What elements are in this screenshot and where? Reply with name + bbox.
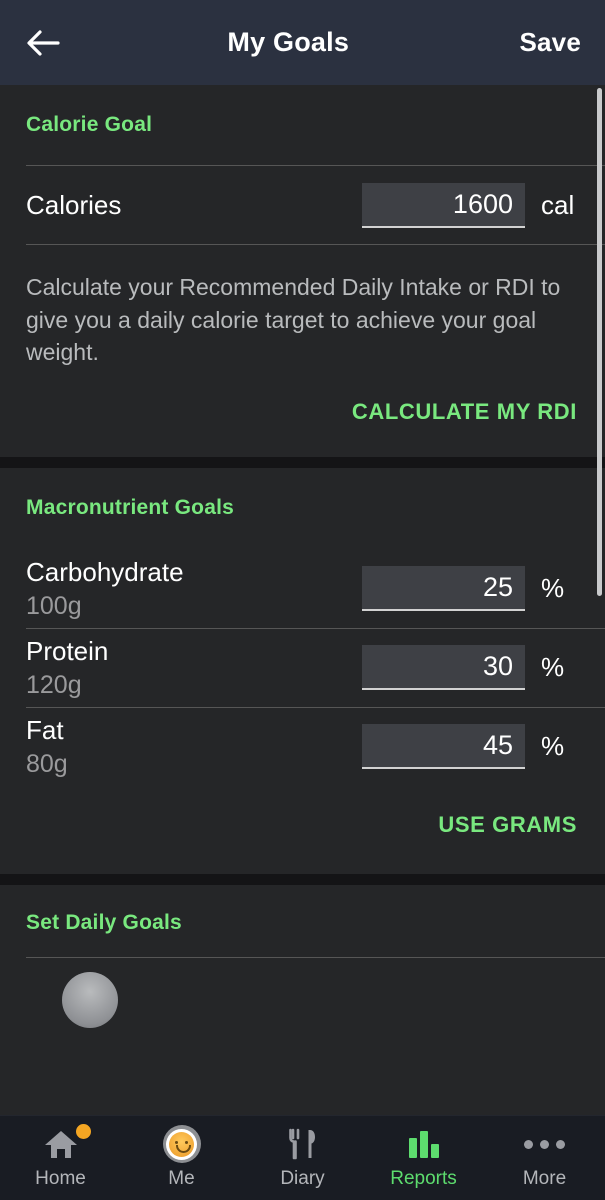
calories-input[interactable]: 1600 [362,183,525,228]
nav-item-diary[interactable]: Diary [242,1116,363,1200]
calorie-goal-heading: Calorie Goal [0,85,605,137]
nav-item-me[interactable]: Me [121,1116,242,1200]
nav-label-home: Home [35,1168,86,1190]
calorie-goal-section: Calorie Goal Calories 1600 cal Calculate… [0,85,605,457]
home-icon [43,1126,79,1162]
calories-field-group: 1600 cal [362,183,605,228]
carbohydrate-label-group: Carbohydrate 100g [26,557,362,621]
calories-label: Calories [26,190,362,221]
app-header: My Goals Save [0,0,605,85]
nav-label-me: Me [168,1168,194,1190]
carbohydrate-label: Carbohydrate [26,557,362,588]
bar-chart-icon [407,1126,441,1162]
cutlery-icon [286,1126,320,1162]
macronutrient-goals-section: Macronutrient Goals Carbohydrate 100g 25… [0,468,605,874]
bottom-navigation: Home Me Diar [0,1115,605,1200]
fat-input-value: 45 [483,730,513,761]
home-notification-badge [76,1124,91,1139]
avatar-ring-inner [166,1129,197,1160]
protein-field-group: 30 % [362,645,605,690]
protein-input[interactable]: 30 [362,645,525,690]
dot [524,1140,533,1149]
scroll-content[interactable]: Calorie Goal Calories 1600 cal Calculate… [0,85,605,1115]
fat-row: Fat 80g 45 % [0,708,605,786]
avatar-ring-outer [163,1125,201,1163]
rdi-description: Calculate your Recommended Daily Intake … [0,245,605,369]
carbohydrate-grams: 100g [26,591,362,622]
goal-avatar [62,972,118,1028]
fat-label-group: Fat 80g [26,715,362,779]
carbohydrate-field-group: 25 % [362,566,605,611]
smiley-face-icon [169,1132,194,1157]
protein-row: Protein 120g 30 % [0,629,605,707]
nav-label-reports: Reports [390,1168,457,1190]
section-separator [0,457,605,468]
fat-unit: % [525,731,605,762]
save-button[interactable]: Save [509,27,605,58]
calories-unit: cal [525,190,605,221]
protein-grams: 120g [26,670,362,701]
calculate-rdi-button[interactable]: CALCULATE MY RDI [0,369,605,457]
nav-item-more[interactable]: More [484,1116,605,1200]
macronutrient-goals-heading: Macronutrient Goals [0,468,605,520]
nav-item-reports[interactable]: Reports [363,1116,484,1200]
ellipsis-dots [524,1140,565,1149]
carbohydrate-row: Carbohydrate 100g 25 % [0,550,605,628]
calories-row: Calories 1600 cal [0,166,605,244]
page-title: My Goals [67,27,509,58]
carbohydrate-input[interactable]: 25 [362,566,525,611]
fat-input[interactable]: 45 [362,724,525,769]
nav-label-more: More [523,1168,566,1190]
ellipsis-icon [524,1126,565,1162]
set-daily-goals-heading: Set Daily Goals [0,885,605,935]
divider [26,957,605,958]
fat-label: Fat [26,715,362,746]
fat-field-group: 45 % [362,724,605,769]
arrow-left-icon [26,28,60,58]
dot [556,1140,565,1149]
avatar-icon [163,1126,201,1162]
protein-label-group: Protein 120g [26,636,362,700]
carbohydrate-unit: % [525,573,605,604]
calories-input-value: 1600 [453,189,513,220]
carbohydrate-input-value: 25 [483,572,513,603]
set-daily-goals-section: Set Daily Goals [0,885,605,1028]
screen-my-goals: My Goals Save Calorie Goal Calories 1600… [0,0,605,1200]
protein-input-value: 30 [483,651,513,682]
protein-unit: % [525,652,605,683]
fat-grams: 80g [26,749,362,780]
protein-label: Protein [26,636,362,667]
calories-label-group: Calories [26,190,362,221]
dot [540,1140,549,1149]
vertical-scrollbar[interactable] [597,88,602,596]
use-grams-button[interactable]: USE GRAMS [0,786,605,874]
nav-item-home[interactable]: Home [0,1116,121,1200]
nav-label-diary: Diary [280,1168,324,1190]
section-separator [0,874,605,885]
